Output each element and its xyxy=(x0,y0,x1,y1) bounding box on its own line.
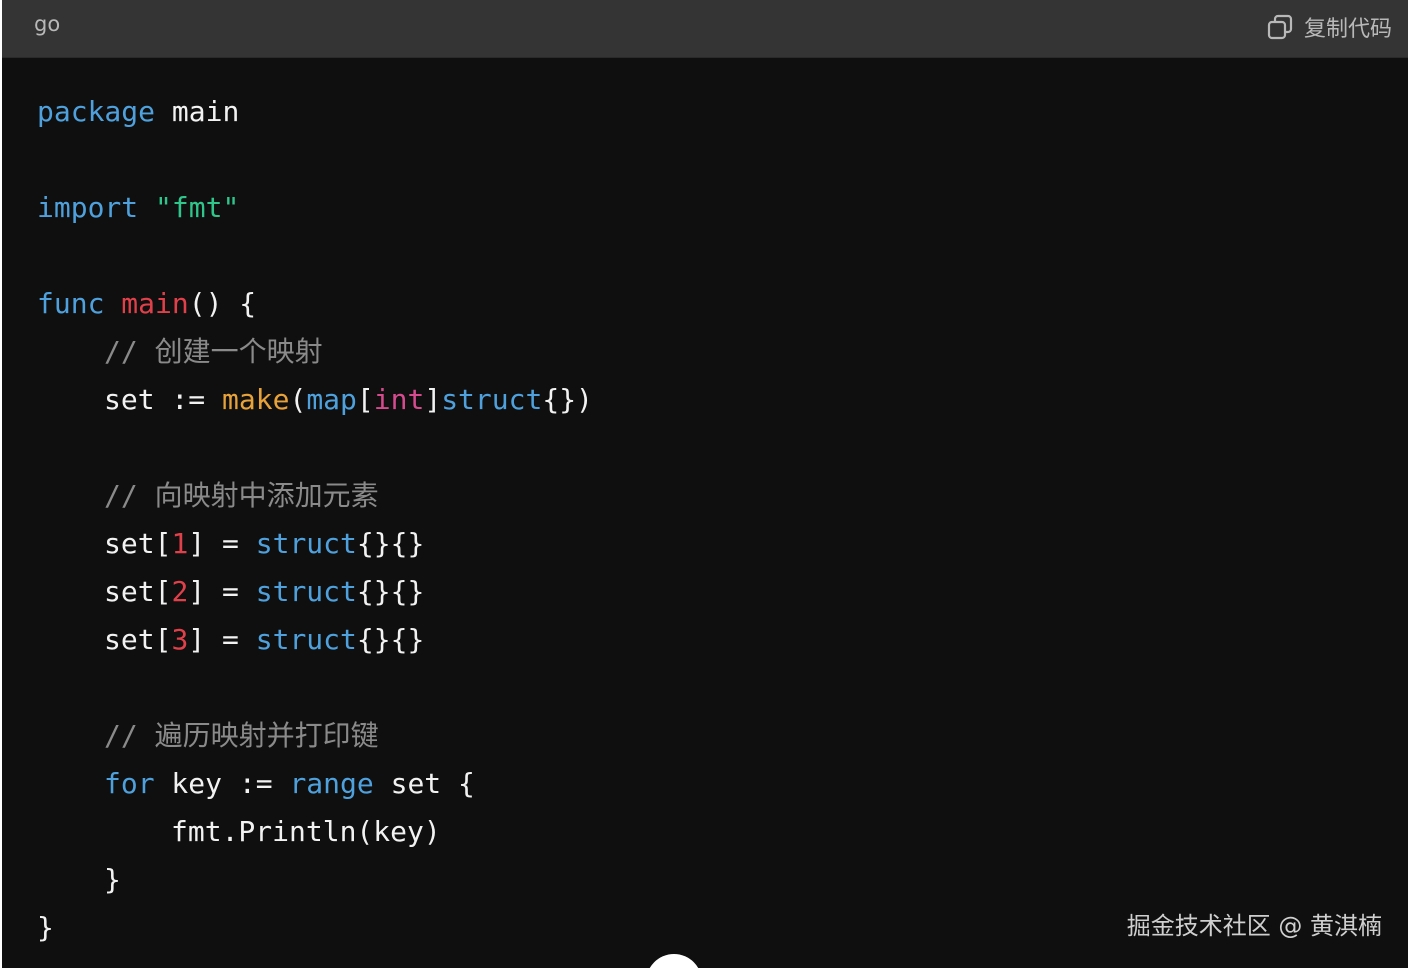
code-block: go 复制代码 package main import "fmt" func m… xyxy=(2,0,1408,968)
struct-literal: {}{} xyxy=(356,623,425,656)
code-line-14: } xyxy=(37,904,54,952)
copy-code-label: 复制代码 xyxy=(1303,17,1392,42)
scroll-indicator[interactable] xyxy=(646,954,702,968)
close-brace: } xyxy=(37,911,54,944)
keyword-for: for xyxy=(104,767,155,800)
keyword-import: import xyxy=(37,191,139,224)
code-line-4: // 创建一个映射 xyxy=(104,328,323,376)
comment-create-map: // 创建一个映射 xyxy=(104,335,323,368)
code-line-8: set[2] = struct{}{} xyxy=(104,568,424,616)
set-index-open: set[ xyxy=(104,527,172,560)
keyword-struct: struct xyxy=(255,575,357,608)
code-line-7: set[1] = struct{}{} xyxy=(104,520,424,568)
open-bracket: [ xyxy=(356,383,374,416)
struct-literal: {}{} xyxy=(356,527,425,560)
close-bracket: ] xyxy=(424,383,442,416)
keyword-range: range xyxy=(289,767,374,800)
set-index-close: ] = xyxy=(188,575,256,608)
watermark: 掘金技术社区 @ 黄淇楠 xyxy=(1126,912,1382,940)
code-line-12: fmt.Println(key) xyxy=(171,808,441,856)
function-name: main xyxy=(121,287,189,320)
loop-var: key := xyxy=(154,767,290,800)
comment-iterate: // 遍历映射并打印键 xyxy=(104,719,379,752)
code-line-3: func main() { xyxy=(37,280,256,328)
type-int: int xyxy=(373,383,425,416)
keyword-func: func xyxy=(37,287,105,320)
code-line-9: set[3] = struct{}{} xyxy=(104,616,424,664)
println-call: fmt.Println(key) xyxy=(171,815,441,848)
open-paren: ( xyxy=(289,383,307,416)
code-header: go 复制代码 xyxy=(2,0,1408,58)
struct-tail: {}) xyxy=(542,383,593,416)
keyword-struct: struct xyxy=(441,383,543,416)
code-line-1: package main xyxy=(37,88,239,136)
copy-code-button[interactable]: 复制代码 xyxy=(1266,10,1392,44)
set-index-close: ] = xyxy=(188,527,256,560)
code-line-13: } xyxy=(104,856,121,904)
keyword-struct: struct xyxy=(255,527,357,560)
language-label: go xyxy=(34,12,61,36)
code-line-11: for key := range set { xyxy=(104,760,475,808)
struct-literal: {}{} xyxy=(356,575,425,608)
close-brace: } xyxy=(104,863,121,896)
number-literal: 3 xyxy=(171,623,189,656)
code-line-2: import "fmt" xyxy=(37,184,239,232)
copy-icon xyxy=(1266,13,1294,41)
comment-add-elements: // 向映射中添加元素 xyxy=(104,479,379,512)
number-literal: 1 xyxy=(171,527,189,560)
keyword-package: package xyxy=(37,95,156,128)
builtin-make: make xyxy=(222,383,290,416)
loop-target: set { xyxy=(373,767,475,800)
number-literal: 2 xyxy=(171,575,189,608)
code-line-5: set := make(map[int]struct{}) xyxy=(104,376,593,424)
set-assign: set := xyxy=(104,383,223,416)
code-line-6: // 向映射中添加元素 xyxy=(104,472,379,520)
package-name: main xyxy=(155,95,240,128)
set-index-open: set[ xyxy=(104,623,172,656)
function-signature: () { xyxy=(188,287,257,320)
keyword-struct: struct xyxy=(255,623,357,656)
keyword-map: map xyxy=(306,383,357,416)
import-string: "fmt" xyxy=(155,191,240,224)
set-index-close: ] = xyxy=(188,623,256,656)
set-index-open: set[ xyxy=(104,575,172,608)
code-line-10: // 遍历映射并打印键 xyxy=(104,712,379,760)
